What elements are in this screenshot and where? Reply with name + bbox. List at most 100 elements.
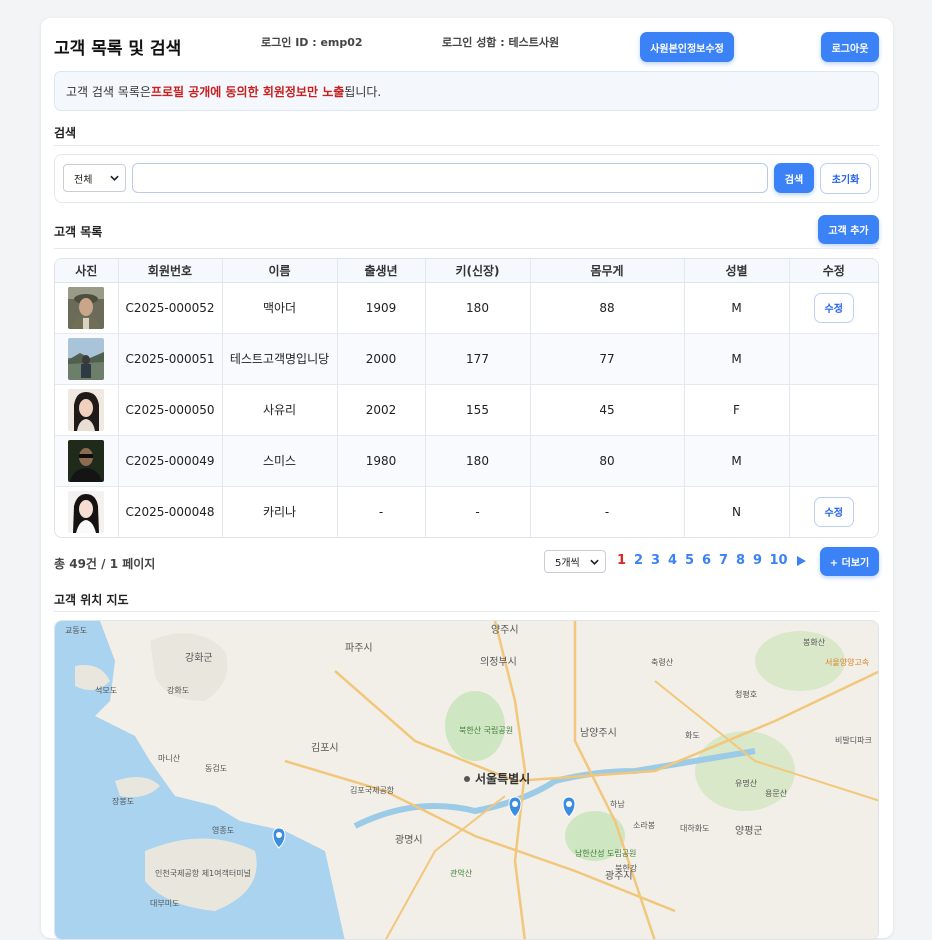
height-cell: 177 [425, 333, 531, 385]
page-link-9[interactable]: 9 [749, 553, 766, 568]
map-label-bonghwasan: 봉화산 [803, 637, 826, 647]
reset-button[interactable]: 초기화 [820, 163, 871, 194]
member-id-cell: C2025-000048 [118, 486, 223, 537]
weight-cell: 45 [530, 384, 685, 436]
customer-photo [68, 490, 105, 533]
table-row[interactable]: C2025-000051 테스트고객명입니당 2000 177 77 M [55, 333, 878, 385]
table-row[interactable]: C2025-000049 스미스 1980 180 80 M [55, 435, 878, 487]
map-label-yangju: 양주시 [491, 624, 519, 636]
login-name-label: 로그인 성함 : 테스트사원 [442, 36, 560, 49]
search-panel: 전체 검색 초기화 [54, 154, 879, 203]
edit-cell: 수정 [789, 282, 878, 334]
page-link-1[interactable]: 1 [613, 553, 630, 568]
next-triangle-icon[interactable] [794, 555, 808, 567]
map-label-hanam: 하남 [610, 799, 625, 809]
list-section-title: 고객 목록 [54, 225, 103, 239]
notice-prefix: 고객 검색 목록은 [66, 84, 151, 99]
height-cell: 180 [425, 282, 531, 334]
logout-button[interactable]: 로그아웃 [821, 32, 879, 62]
divider [54, 611, 879, 612]
map-label-yangpyeong: 양평군 [735, 825, 763, 837]
map-label-bibalmi: 비발디파크 [835, 735, 872, 745]
birth-year-cell: - [337, 486, 426, 537]
page-size-select[interactable]: 5개씩 [544, 550, 606, 573]
map-label-gyodong: 교동도 [65, 626, 87, 635]
gender-cell: N [684, 486, 790, 537]
table-row[interactable]: C2025-000052 맥아더 1909 180 88 M 수정 [55, 282, 878, 334]
map-section-title: 고객 위치 지도 [54, 593, 129, 607]
map-label-bukhangang: 북한강 [615, 863, 638, 873]
map-label-namhansanseong: 남한산성 도립공원 [575, 848, 636, 858]
map-label-bukhansan: 북한산 국립공원 [459, 725, 513, 735]
map-label-highway: 서울양양고속 [825, 658, 869, 667]
map-label-airport-incheon: 인천국제공항 제1여객터미널 [155, 868, 251, 878]
column-header-name: 이름 [222, 259, 338, 283]
weight-cell: 80 [530, 435, 685, 487]
edit-button[interactable]: 수정 [813, 496, 854, 527]
edit-cell [789, 435, 878, 487]
map-label-seoul: 서울특별시 [475, 771, 530, 786]
search-button[interactable]: 검색 [774, 163, 814, 193]
gender-cell: F [684, 384, 790, 436]
name-cell: 사유리 [222, 384, 338, 436]
edit-button[interactable]: 수정 [813, 292, 854, 323]
search-scope-value: 전체 [74, 174, 93, 186]
page-size-value: 5개씩 [555, 558, 580, 569]
page-link-2[interactable]: 2 [630, 553, 647, 568]
weight-cell: - [530, 486, 685, 537]
map-label-daebudo: 대부미도 [150, 899, 179, 908]
map-label-sora: 소라봉 [633, 821, 655, 830]
table-header-row: 사진 회원번호 이름 출생년 키(신장) 몸무게 성별 수정 [55, 259, 878, 283]
map-label-airport-gimpo: 김포국제공항 [350, 785, 395, 795]
chevron-down-icon [110, 175, 119, 181]
column-header-weight: 몸무게 [530, 259, 685, 283]
edit-cell [789, 333, 878, 385]
map-label-janbongdo: 장봉도 [112, 796, 134, 806]
table-row[interactable]: C2025-000050 사유리 2002 155 45 F [55, 384, 878, 436]
table-row[interactable]: C2025-000048 카리나 - - - N 수정 [55, 486, 878, 537]
member-id-cell: C2025-000052 [118, 282, 223, 334]
map-label-ganghwado: 강화도 [167, 685, 189, 695]
gender-cell: M [684, 282, 790, 334]
page-link-4[interactable]: 4 [664, 553, 681, 568]
column-header-edit: 수정 [789, 259, 878, 283]
login-id-label: 로그인 ID : emp02 [261, 36, 363, 49]
divider [54, 248, 879, 249]
search-input[interactable] [132, 163, 768, 193]
load-more-button[interactable]: + 더보기 [820, 547, 879, 576]
chevron-down-icon [590, 559, 599, 565]
notice-suffix: 됩니다. [344, 84, 382, 99]
column-header-birth-year: 출생년 [337, 259, 426, 283]
edit-cell [789, 384, 878, 436]
add-customer-button[interactable]: 고객 추가 [818, 215, 879, 244]
page-link-5[interactable]: 5 [681, 553, 698, 568]
page-link-6[interactable]: 6 [698, 553, 715, 568]
weight-cell: 77 [530, 333, 685, 385]
page-title: 고객 목록 및 검색 [54, 39, 182, 59]
page-link-10[interactable]: 10 [766, 553, 791, 568]
search-scope-select[interactable]: 전체 [63, 164, 126, 192]
page-link-7[interactable]: 7 [715, 553, 732, 568]
map-label-uijeongbu: 의정부시 [480, 656, 517, 668]
edit-cell: 수정 [789, 486, 878, 537]
map-label-daehwado: 대하화도 [680, 823, 709, 833]
edit-profile-button[interactable]: 사원본인정보수정 [640, 32, 734, 62]
column-header-photo: 사진 [55, 259, 119, 283]
customer-location-map[interactable]: 서울특별시 김포시 광명시 광주시 남양주시 의정부시 양주시 파주시 강화군 … [54, 620, 879, 940]
name-cell: 테스트고객명입니당 [222, 333, 338, 385]
divider [54, 145, 879, 146]
customer-list-card: 고객 목록 및 검색 로그인 ID : emp02 로그인 성함 : 테스트사원… [41, 18, 893, 940]
map-label-paju: 파주시 [345, 642, 373, 654]
page-link-8[interactable]: 8 [732, 553, 749, 568]
height-cell: 180 [425, 435, 531, 487]
name-cell: 맥아더 [222, 282, 338, 334]
map-label-yumyeongsan: 유명산 [735, 778, 758, 788]
page-link-3[interactable]: 3 [647, 553, 664, 568]
map-label-cheongpyeong: 청평호 [735, 689, 757, 699]
birth-year-cell: 2000 [337, 333, 426, 385]
gender-cell: M [684, 435, 790, 487]
birth-year-cell: 1980 [337, 435, 426, 487]
weight-cell: 88 [530, 282, 685, 334]
notice-highlight: 프로필 공개에 동의한 회원정보만 노출 [150, 84, 345, 99]
member-id-cell: C2025-000051 [118, 333, 223, 385]
